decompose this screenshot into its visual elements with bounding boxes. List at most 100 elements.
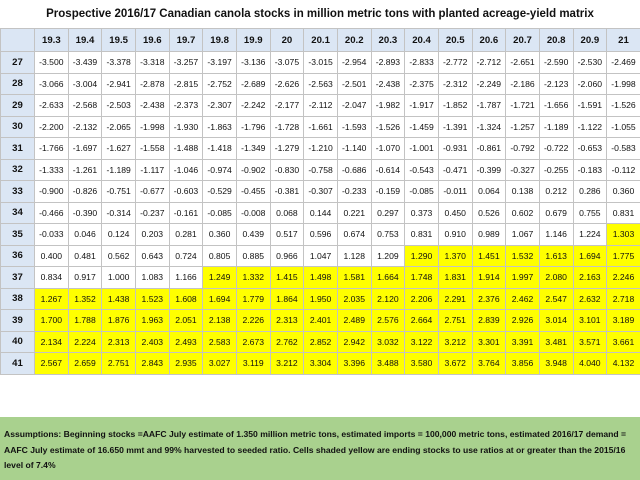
stocks-cell: 1.352 (67, 287, 103, 310)
stocks-cell: 2.751 (101, 352, 136, 375)
stocks-cell: -2.833 (404, 51, 439, 74)
stocks-cell: 1.532 (505, 244, 540, 267)
stocks-cell: 0.755 (572, 201, 608, 224)
stocks-cell: 3.189 (606, 309, 640, 332)
stocks-cell: -1.998 (134, 115, 170, 138)
stocks-cell: 2.080 (538, 266, 574, 289)
stocks-cell: 3.014 (538, 309, 574, 332)
yield-column-header: 20.6 (471, 28, 507, 52)
stocks-cell: 1.067 (505, 223, 540, 246)
acreage-row-label: 35 (0, 223, 35, 246)
stocks-cell: -1.488 (168, 137, 204, 160)
table-row: 39 1.700 1.788 1.876 1.963 2.051 2.138 2.226 2.3… (0, 309, 640, 332)
stocks-cell: 1.775 (606, 244, 640, 267)
stocks-cell: -1.661 (303, 115, 338, 138)
stocks-cell: 4.040 (572, 352, 608, 375)
stocks-cell: 2.843 (134, 352, 170, 375)
stocks-cell: 2.246 (606, 266, 640, 289)
stocks-cell: 3.764 (471, 352, 507, 375)
stocks-cell: -3.004 (67, 72, 103, 95)
stocks-cell: -3.318 (134, 51, 170, 74)
table-row: 38 1.267 1.352 1.438 1.523 1.608 1.694 1.779 1.8… (0, 287, 640, 310)
stocks-cell: -1.324 (471, 115, 507, 138)
stocks-cell: 3.661 (606, 330, 640, 353)
stocks-cell: -0.455 (235, 180, 271, 203)
stocks-cell: 0.373 (404, 201, 439, 224)
stocks-cell: -0.792 (505, 137, 540, 160)
stocks-cell: -1.333 (34, 158, 69, 181)
stocks-cell: 0.805 (202, 244, 237, 267)
stocks-cell: 2.852 (303, 330, 338, 353)
stocks-cell: -2.501 (336, 72, 372, 95)
acreage-row-label: 33 (0, 180, 35, 203)
stocks-cell: 0.834 (34, 266, 69, 289)
stocks-cell: -0.603 (168, 180, 204, 203)
stocks-cell: 1.914 (471, 266, 507, 289)
stocks-cell: -0.614 (370, 158, 406, 181)
stocks-cell: -0.758 (303, 158, 338, 181)
stocks-cell: 1.608 (168, 287, 204, 310)
stocks-cell: -0.830 (269, 158, 305, 181)
stocks-cell: -0.466 (34, 201, 69, 224)
stocks-cell: 0.753 (370, 223, 406, 246)
stocks-cell: -3.439 (67, 51, 103, 74)
stocks-cell: 1.950 (303, 287, 338, 310)
stocks-cell: 0.885 (235, 244, 271, 267)
corner-cell (0, 28, 35, 52)
stocks-cell: 0.724 (168, 244, 204, 267)
stocks-cell: -1.418 (202, 137, 237, 160)
stocks-cell: -0.390 (67, 201, 103, 224)
stocks-cell: 2.576 (370, 309, 406, 332)
stocks-cell: -2.065 (101, 115, 136, 138)
acreage-row-label: 28 (0, 72, 35, 95)
stocks-cell: -1.117 (134, 158, 170, 181)
yield-column-header: 20.5 (437, 28, 473, 52)
stocks-cell: -2.438 (370, 72, 406, 95)
stocks-cell: -0.314 (101, 201, 136, 224)
stocks-cell: 0.221 (336, 201, 372, 224)
stocks-cell: -2.200 (34, 115, 69, 138)
acreage-row-label: 34 (0, 201, 35, 224)
table-row: 35 -0.033 0.046 0.124 0.203 0.281 0.360 0.439 0.… (0, 223, 640, 246)
stocks-cell: 0.643 (134, 244, 170, 267)
stocks-cell: 1.694 (202, 287, 237, 310)
stocks-cell: 2.138 (202, 309, 237, 332)
stocks-cell: 1.831 (437, 266, 473, 289)
stocks-cell: 0.400 (34, 244, 69, 267)
yield-column-header: 21 (606, 28, 640, 52)
stocks-cell: 0.831 (404, 223, 439, 246)
stocks-cell: 2.839 (471, 309, 507, 332)
stocks-cell: -0.677 (134, 180, 170, 203)
stocks-cell: 3.301 (471, 330, 507, 353)
table-row: 33 -0.900 -0.826 -0.751 -0.677 -0.603 -0.529 -0… (0, 180, 640, 203)
stocks-cell: -1.391 (437, 115, 473, 138)
stocks-cell: -0.399 (471, 158, 507, 181)
stocks-cell: -2.373 (168, 94, 204, 117)
stocks-cell: -2.651 (505, 51, 540, 74)
acreage-row-label: 30 (0, 115, 35, 138)
stocks-cell: 1.209 (370, 244, 406, 267)
stocks-cell: 1.694 (572, 244, 608, 267)
stocks-cell: 1.303 (606, 223, 640, 246)
stocks-cell: 2.224 (67, 330, 103, 353)
stocks-cell: 2.489 (336, 309, 372, 332)
stocks-cell: -3.066 (34, 72, 69, 95)
stocks-cell: -1.796 (235, 115, 271, 138)
yield-column-header: 20.1 (303, 28, 338, 52)
stocks-cell: 3.119 (235, 352, 271, 375)
table-row: 32 -1.333 -1.261 -1.189 -1.117 -1.046 -0.974 -0… (0, 158, 640, 181)
stocks-matrix-table: 19.3 19.4 19.5 19.6 19.7 19.8 19.9 20 20.1 20.2 20… (0, 28, 640, 375)
stocks-cell: 3.948 (538, 352, 574, 375)
stocks-cell: -3.075 (269, 51, 305, 74)
stocks-cell: 2.664 (404, 309, 439, 332)
stocks-cell: 2.493 (168, 330, 204, 353)
stocks-cell: -3.500 (34, 51, 69, 74)
stocks-cell: -1.257 (505, 115, 540, 138)
stocks-cell: -0.011 (437, 180, 473, 203)
stocks-cell: 3.212 (437, 330, 473, 353)
stocks-cell: 0.966 (269, 244, 305, 267)
stocks-cell: -1.526 (370, 115, 406, 138)
stocks-cell: 2.403 (134, 330, 170, 353)
yield-column-header: 20 (269, 28, 305, 52)
yield-column-header: 19.7 (168, 28, 204, 52)
